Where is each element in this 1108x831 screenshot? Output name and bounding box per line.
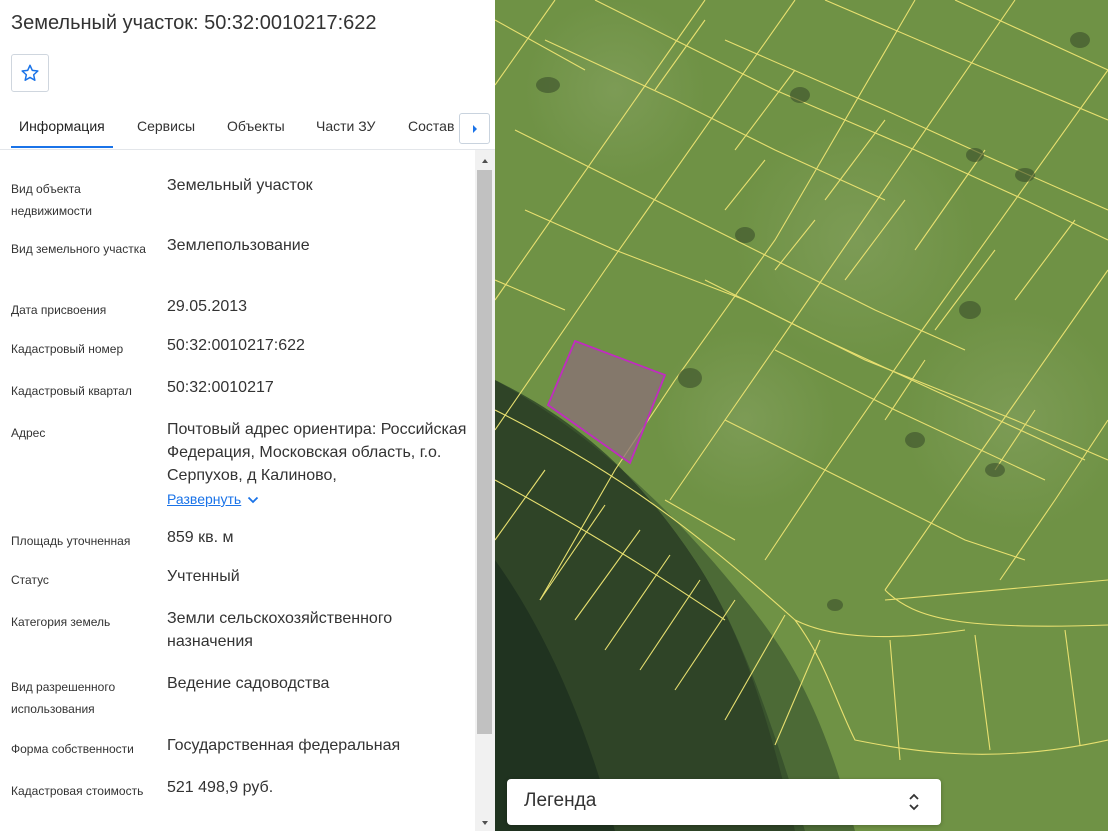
- tab-bar: Информация Сервисы Объекты Части ЗУ Сост…: [0, 108, 495, 150]
- info-row-value: 50:32:0010217:622: [167, 337, 305, 354]
- info-row-label: Адрес: [11, 426, 46, 440]
- info-panel: Земельный участок: 50:32:0010217:622 Инф…: [0, 0, 495, 831]
- star-icon: [21, 64, 39, 81]
- favorite-button[interactable]: [11, 54, 49, 92]
- info-content: Вид объекта недвижимости Земельный участ…: [0, 150, 475, 831]
- scroll-up-button[interactable]: [475, 152, 495, 169]
- info-row-label: Площадь уточненная: [11, 534, 131, 548]
- info-row-value: Землепользование: [167, 237, 310, 254]
- tab-information[interactable]: Информация: [19, 118, 105, 134]
- address-block: Почтовый адрес ориентира: Российская Фед…: [167, 418, 467, 511]
- info-row-value: 50:32:0010217: [167, 379, 274, 396]
- legend-panel[interactable]: Легенда: [507, 779, 941, 825]
- legend-label: Легенда: [524, 790, 597, 811]
- info-row-label: Категория земель: [11, 615, 111, 629]
- info-row-label: Статус: [11, 573, 49, 587]
- tab-parts[interactable]: Части ЗУ: [316, 118, 375, 134]
- info-row-value: 521 498,9 руб.: [167, 779, 274, 796]
- info-row-value: 29.05.2013: [167, 298, 248, 315]
- chevron-down-icon: [248, 496, 259, 503]
- info-row-label: Кадастровый номер: [11, 342, 124, 356]
- map-view[interactable]: [495, 0, 1108, 831]
- expand-collapse-icon: [909, 793, 919, 811]
- info-row-value: Учтенный: [167, 568, 240, 585]
- info-row-label: Вид земельного участка: [11, 242, 146, 256]
- tab-objects[interactable]: Объекты: [227, 118, 285, 134]
- address-value: Почтовый адрес ориентира: Российская Фед…: [167, 421, 467, 484]
- info-row-value: 859 кв. м: [167, 529, 234, 546]
- info-row-label: Форма собственности: [11, 742, 134, 756]
- scroll-down-button[interactable]: [475, 814, 495, 831]
- expand-link[interactable]: Развернуть: [167, 488, 259, 511]
- satellite-map[interactable]: [495, 0, 1108, 831]
- info-row-value: Государственная федеральная: [167, 737, 401, 754]
- info-row-label: Вид разрешенного использования: [11, 680, 116, 716]
- info-row-value: Земли сельскохозяйственного назначения: [167, 610, 393, 650]
- info-row-value: Ведение садоводства: [167, 675, 330, 692]
- scrollbar[interactable]: [475, 150, 495, 831]
- info-row-label: Кадастровый квартал: [11, 384, 132, 398]
- info-row-value: Земельный участок: [167, 177, 313, 194]
- info-row-label: Дата присвоения: [11, 303, 107, 317]
- caret-down-icon: [482, 820, 488, 825]
- tab-services[interactable]: Сервисы: [137, 118, 195, 134]
- page-title: Земельный участок: 50:32:0010217:622: [11, 12, 377, 34]
- caret-up-icon: [482, 158, 488, 163]
- expand-link-label: Развернуть: [167, 491, 242, 507]
- scroll-thumb[interactable]: [477, 170, 492, 734]
- info-row-label: Кадастровая стоимость: [11, 784, 144, 798]
- caret-right-icon: [472, 124, 477, 133]
- info-row-label: Вид объекта недвижимости: [11, 182, 92, 218]
- tab-composition[interactable]: Состав: [408, 118, 454, 134]
- tabs-next-button[interactable]: [459, 113, 490, 144]
- active-tab-indicator: [11, 146, 113, 148]
